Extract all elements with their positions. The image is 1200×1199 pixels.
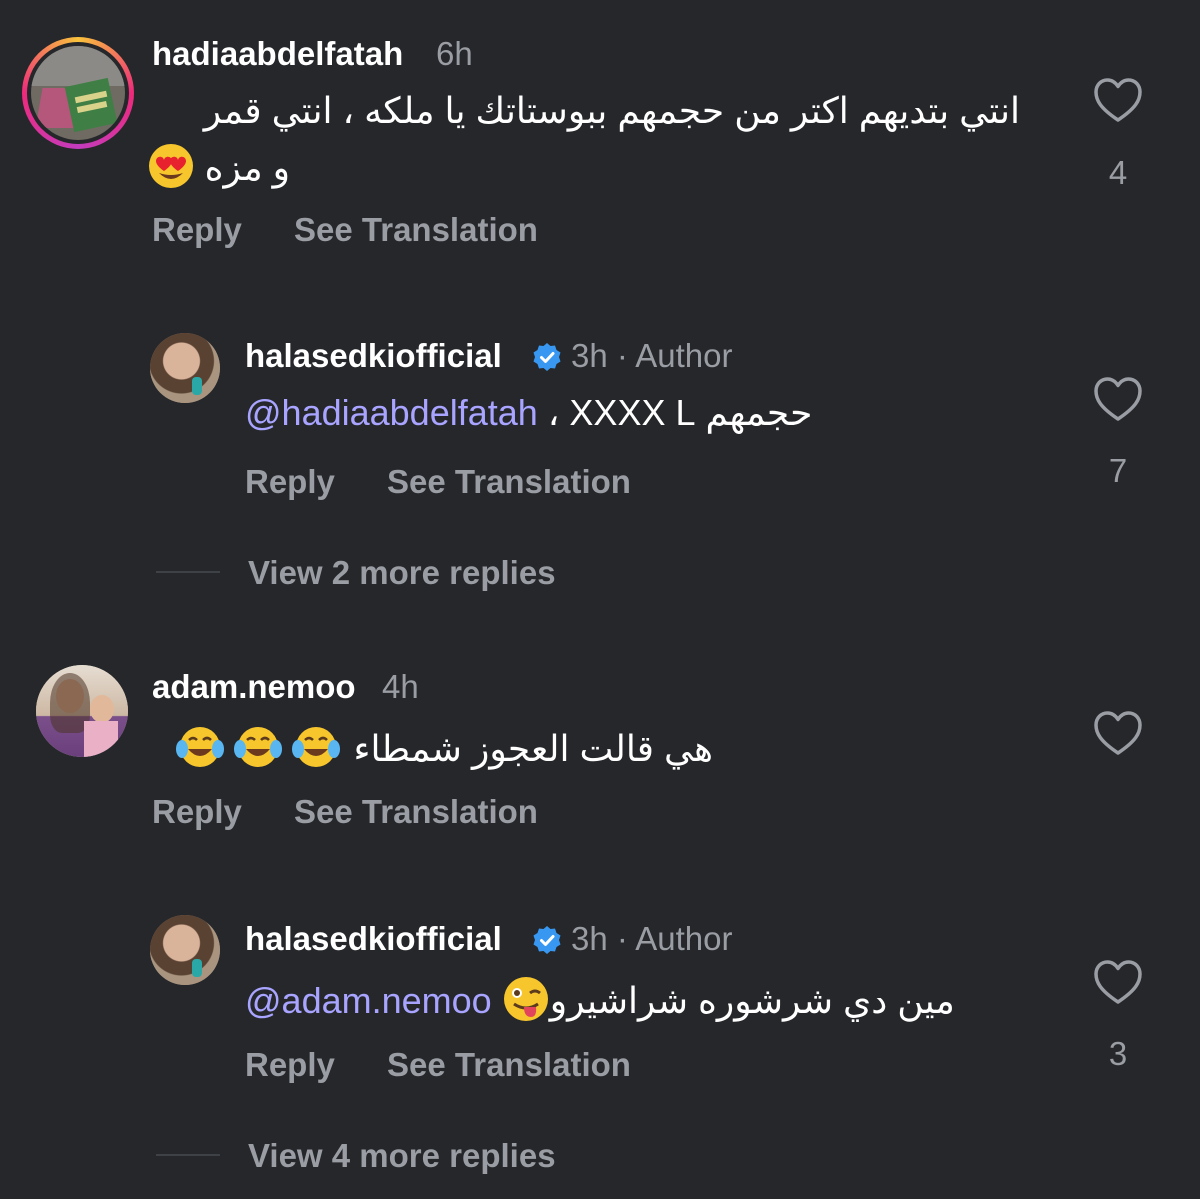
reply-time: 3h [571, 337, 608, 374]
tears-of-joy-emoji-icon [175, 723, 344, 780]
comment-text-line2-label: و مزه [204, 147, 290, 189]
comment-text: انتي بتديهم اكتر من حجمهم ببوستاتك يا مل… [203, 90, 1020, 131]
reply-button[interactable]: Reply [245, 1046, 335, 1084]
comment-message: هي قالت العجوز شمطاء [353, 728, 713, 770]
avatar[interactable] [150, 333, 220, 403]
reply-username[interactable]: halasedkiofficial [245, 337, 502, 375]
avatar[interactable] [150, 915, 220, 985]
see-translation-button[interactable]: See Translation [387, 463, 631, 501]
winking-tongue-emoji-icon [502, 975, 550, 1032]
mention-link[interactable]: @adam.nemoo [245, 980, 492, 1021]
reply-button[interactable]: Reply [152, 793, 242, 831]
reply-message: مين دي شرشوره شراشيرو [549, 980, 955, 1022]
like-heart-icon[interactable] [1094, 78, 1142, 129]
mention-link[interactable]: @hadiaabdelfatah [245, 392, 538, 433]
comment-text: هي قالت العجوز شمطاء [175, 723, 713, 780]
reply-username[interactable]: halasedkiofficial [245, 920, 502, 958]
reply-time: 3h [571, 920, 608, 957]
meta-separator: · [616, 337, 628, 374]
reply-time-author: 3h · Author [571, 920, 732, 958]
see-translation-button[interactable]: See Translation [387, 1046, 631, 1084]
reply-button[interactable]: Reply [152, 211, 242, 249]
author-label: Author [635, 920, 733, 957]
like-heart-icon[interactable] [1094, 711, 1142, 762]
thread-divider [156, 571, 220, 573]
comment-time: 4h [382, 668, 419, 705]
meta-separator: · [616, 920, 628, 957]
verified-badge-icon [532, 342, 562, 377]
see-translation-button[interactable]: See Translation [294, 211, 538, 249]
see-translation-button[interactable]: See Translation [294, 793, 538, 831]
author-label: Author [635, 337, 733, 374]
view-more-replies-button[interactable]: View 2 more replies [248, 554, 556, 592]
heart-eyes-emoji-icon [147, 142, 195, 199]
like-count: 7 [1108, 452, 1128, 489]
reply-button[interactable]: Reply [245, 463, 335, 501]
like-count: 4 [1108, 154, 1128, 191]
like-heart-icon[interactable] [1094, 377, 1142, 428]
comment-username[interactable]: adam.nemoo [152, 668, 356, 706]
reply-time-author: 3h · Author [571, 337, 732, 375]
avatar[interactable] [36, 665, 128, 757]
reply-text: @adam.nemoo مين دي شرشوره شراشيرو [245, 975, 955, 1032]
avatar[interactable] [22, 37, 134, 149]
reply-message: حجمهم XXXX L ، [547, 392, 813, 433]
comment-time: 6h [436, 35, 473, 72]
view-more-replies-button[interactable]: View 4 more replies [248, 1137, 556, 1175]
thread-divider [156, 1154, 220, 1156]
reply-message-wrap: مين دي شرشوره شراشيرو [502, 977, 955, 1022]
reply-text: @hadiaabdelfatah حجمهم XXXX L ، [245, 392, 812, 434]
like-heart-icon[interactable] [1094, 960, 1142, 1011]
comment-text-line2: و مزه [147, 142, 290, 199]
verified-badge-icon [532, 925, 562, 960]
like-count: 3 [1108, 1035, 1128, 1072]
comment-username[interactable]: hadiaabdelfatah [152, 35, 403, 73]
